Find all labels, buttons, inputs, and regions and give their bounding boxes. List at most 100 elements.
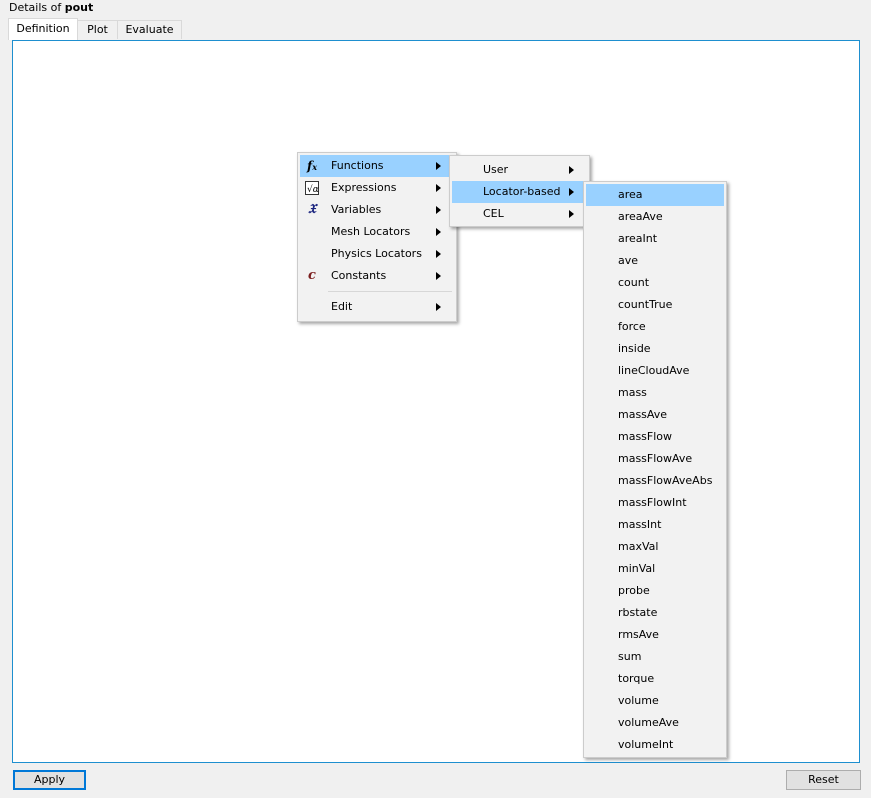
fx-icon: fx [307, 159, 317, 173]
menu-item-force[interactable]: force [586, 316, 724, 338]
menu-item-label: ave [618, 254, 639, 267]
menu-item-inside[interactable]: inside [586, 338, 724, 360]
menu-item-maxVal[interactable]: maxVal [586, 536, 724, 558]
menu-separator [328, 291, 452, 292]
definition-panel[interactable] [12, 40, 860, 763]
reset-button[interactable]: Reset [786, 770, 861, 790]
menu-item-locator-based[interactable]: Locator-based [452, 181, 587, 203]
menu-item-constants[interactable]: c Constants [300, 265, 454, 287]
menu-item-label: volumeInt [618, 738, 674, 751]
menu-item-label: massFlowInt [618, 496, 687, 509]
menu-item-label: Physics Locators [331, 247, 422, 260]
menu-item-label: Functions [331, 159, 384, 172]
menu-item-label: sum [618, 650, 642, 663]
menu-item-volumeInt[interactable]: volumeInt [586, 734, 724, 756]
menu-item-count[interactable]: count [586, 272, 724, 294]
menu-item-lineCloudAve[interactable]: lineCloudAve [586, 360, 724, 382]
menu-item-massAve[interactable]: massAve [586, 404, 724, 426]
menu-item-massFlowAveAbs[interactable]: massFlowAveAbs [586, 470, 724, 492]
menu-item-label: probe [618, 584, 650, 597]
menu-item-cel[interactable]: CEL [452, 203, 587, 225]
variable-icon: 𝔛 [308, 202, 316, 217]
submenu-arrow-icon [569, 166, 574, 174]
menu-item-mass[interactable]: mass [586, 382, 724, 404]
menu-item-user[interactable]: User [452, 159, 587, 181]
menu-item-label: Expressions [331, 181, 397, 194]
menu-item-label: Mesh Locators [331, 225, 411, 238]
menu-item-label: countTrue [618, 298, 673, 311]
menu-item-minVal[interactable]: minVal [586, 558, 724, 580]
submenu-arrow-icon [436, 303, 441, 311]
menu-item-label: volume [618, 694, 659, 707]
menu-item-label: inside [618, 342, 651, 355]
menu-item-areaAve[interactable]: areaAve [586, 206, 724, 228]
menu-item-sum[interactable]: sum [586, 646, 724, 668]
header-prefix: Details of [9, 1, 65, 14]
menu-item-label: massAve [618, 408, 668, 421]
menu-item-label: lineCloudAve [618, 364, 690, 377]
details-header: Details of pout [9, 1, 93, 14]
apply-button[interactable]: Apply [13, 770, 86, 790]
menu-item-label: torque [618, 672, 655, 685]
submenu-arrow-icon [436, 206, 441, 214]
menu-item-label: areaAve [618, 210, 663, 223]
menu-item-torque[interactable]: torque [586, 668, 724, 690]
menu-item-label: Locator-based [483, 185, 561, 198]
submenu-arrow-icon [436, 162, 441, 170]
submenu-arrow-icon [569, 210, 574, 218]
functions-submenu: User Locator-based CEL [449, 155, 590, 227]
locator-based-submenu: area areaAve areaInt ave count countTrue force… [583, 181, 727, 758]
menu-item-label: volumeAve [618, 716, 679, 729]
menu-item-label: maxVal [618, 540, 659, 553]
menu-item-label: CEL [483, 207, 504, 220]
submenu-arrow-icon [436, 272, 441, 280]
context-menu: fx Functions √α Expressions 𝔛 Variables … [297, 152, 457, 322]
menu-item-label: area [618, 188, 643, 201]
menu-item-massFlowInt[interactable]: massFlowInt [586, 492, 724, 514]
menu-item-rmsAve[interactable]: rmsAve [586, 624, 724, 646]
menu-item-label: rbstate [618, 606, 658, 619]
menu-item-variables[interactable]: 𝔛 Variables [300, 199, 454, 221]
menu-item-label: massFlowAve [618, 452, 693, 465]
menu-item-label: Constants [331, 269, 387, 282]
menu-item-areaInt[interactable]: areaInt [586, 228, 724, 250]
menu-item-label: mass [618, 386, 647, 399]
menu-item-label: massInt [618, 518, 662, 531]
menu-item-physics-locators[interactable]: Physics Locators [300, 243, 454, 265]
submenu-arrow-icon [436, 250, 441, 258]
tab-plot[interactable]: Plot [77, 20, 118, 39]
menu-item-label: minVal [618, 562, 656, 575]
menu-item-label: Variables [331, 203, 382, 216]
menu-item-functions[interactable]: fx Functions [300, 155, 454, 177]
menu-item-label: rmsAve [618, 628, 659, 641]
menu-item-massInt[interactable]: massInt [586, 514, 724, 536]
svg-text:√α: √α [307, 184, 319, 195]
menu-item-edit[interactable]: Edit [300, 296, 454, 318]
menu-item-area[interactable]: area [586, 184, 724, 206]
object-name: pout [64, 1, 94, 14]
tab-evaluate[interactable]: Evaluate [117, 20, 182, 39]
menu-item-label: areaInt [618, 232, 658, 245]
menu-item-expressions[interactable]: √α Expressions [300, 177, 454, 199]
menu-item-countTrue[interactable]: countTrue [586, 294, 724, 316]
expression-icon: √α [304, 180, 320, 196]
submenu-arrow-icon [436, 184, 441, 192]
menu-item-massFlowAve[interactable]: massFlowAve [586, 448, 724, 470]
menu-item-label: massFlowAveAbs [618, 474, 713, 487]
menu-item-volumeAve[interactable]: volumeAve [586, 712, 724, 734]
menu-item-label: force [618, 320, 646, 333]
menu-item-label: count [618, 276, 650, 289]
menu-item-probe[interactable]: probe [586, 580, 724, 602]
menu-item-rbstate[interactable]: rbstate [586, 602, 724, 624]
menu-item-ave[interactable]: ave [586, 250, 724, 272]
submenu-arrow-icon [436, 228, 441, 236]
menu-item-volume[interactable]: volume [586, 690, 724, 712]
menu-item-massFlow[interactable]: massFlow [586, 426, 724, 448]
menu-item-label: massFlow [618, 430, 673, 443]
menu-item-label: User [483, 163, 509, 176]
constant-icon: c [308, 268, 316, 283]
tab-definition[interactable]: Definition [8, 18, 78, 40]
menu-item-label: Edit [331, 300, 353, 313]
menu-item-mesh-locators[interactable]: Mesh Locators [300, 221, 454, 243]
submenu-arrow-icon [569, 188, 574, 196]
